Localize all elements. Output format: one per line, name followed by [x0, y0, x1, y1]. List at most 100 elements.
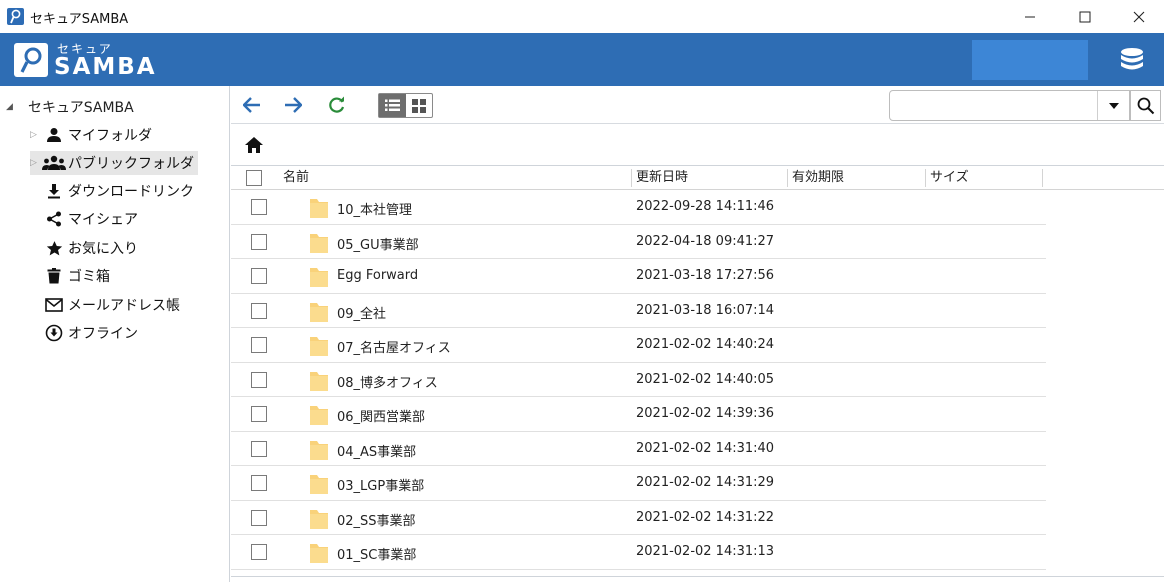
row-checkbox[interactable]	[251, 268, 267, 284]
search-dropdown-button[interactable]	[1097, 91, 1129, 120]
offline-icon	[42, 323, 66, 343]
database-icon[interactable]	[1118, 46, 1146, 78]
logo-icon	[14, 43, 48, 77]
file-name: 04_AS事業部	[337, 444, 417, 460]
user-icon	[42, 125, 66, 145]
table-row[interactable]: 06_関西営業部 2021-02-02 14:39:36	[231, 397, 1046, 432]
row-checkbox[interactable]	[251, 509, 267, 526]
share-icon	[42, 209, 66, 229]
file-modified-date: 2022-04-18 09:41:27	[636, 233, 775, 249]
sidebar-item-download-link[interactable]: ダウンロードリンク	[30, 179, 198, 203]
close-button[interactable]	[1112, 0, 1164, 33]
sidebar-item-label: メールアドレス帳	[68, 298, 180, 314]
sidebar-item-label: パブリックフォルダ	[68, 156, 194, 172]
file-name: 08_博多オフィス	[337, 375, 438, 391]
folder-icon	[309, 335, 329, 361]
back-button[interactable]	[240, 93, 264, 117]
sidebar-item-address-book[interactable]: メールアドレス帳	[30, 293, 184, 317]
refresh-button[interactable]	[325, 93, 349, 117]
sidebar-item-my-share[interactable]: マイシェア	[30, 207, 142, 231]
table-row[interactable]: 08_博多オフィス 2021-02-02 14:40:05	[231, 363, 1046, 397]
table-bottom-border	[231, 576, 1164, 582]
sidebar-item-label: ダウンロードリンク	[68, 184, 194, 200]
sidebar-item-label: ゴミ箱	[68, 269, 110, 285]
maximize-button[interactable]	[1058, 0, 1112, 33]
row-checkbox[interactable]	[251, 233, 267, 250]
file-modified-date: 2021-03-18 16:07:14	[636, 302, 775, 318]
folder-icon	[309, 197, 329, 223]
sidebar-item-my-folder[interactable]: ▷ マイフォルダ	[30, 123, 156, 147]
file-name: 03_LGP事業部	[337, 479, 425, 494]
table-row[interactable]: Egg Forward 2021-03-18 17:27:56	[231, 259, 1046, 294]
minimize-button[interactable]	[1003, 0, 1057, 33]
sidebar-item-favorites[interactable]: お気に入り	[30, 236, 142, 260]
file-name: 02_SS事業部	[337, 513, 416, 529]
table-row[interactable]: 09_全社 2021-03-18 16:07:14	[231, 294, 1046, 328]
row-checkbox[interactable]	[251, 440, 267, 457]
sidebar: ◢ セキュアSAMBA ▷ マイフォルダ ▷ パブリックフォルダ ダウンロードリ…	[0, 86, 230, 582]
file-table: 名前 更新日時 有効期限 サイズ 10_本社管理 2022-09-28 14:1…	[231, 166, 1164, 582]
user-account-box[interactable]	[972, 40, 1088, 80]
group-icon	[42, 153, 66, 173]
row-checkbox[interactable]	[251, 544, 267, 560]
column-header-expiration[interactable]: 有効期限	[788, 166, 844, 190]
column-header-name[interactable]: 名前	[279, 166, 309, 190]
file-modified-date: 2021-02-02 14:31:22	[636, 509, 775, 525]
window-title: セキュアSAMBA	[30, 12, 129, 27]
file-name: 01_SC事業部	[337, 548, 417, 563]
search-button[interactable]	[1130, 90, 1161, 121]
collapse-caret-icon[interactable]: ◢	[6, 102, 16, 112]
column-header-modified[interactable]: 更新日時	[632, 166, 688, 190]
file-modified-date: 2022-09-28 14:11:46	[636, 199, 775, 214]
table-row[interactable]: 07_名古屋オフィス 2021-02-02 14:40:24	[231, 328, 1046, 363]
download-icon	[42, 181, 66, 201]
breadcrumb	[231, 124, 1164, 166]
file-modified-date: 2021-02-02 14:40:05	[636, 371, 775, 387]
folder-icon	[309, 266, 329, 292]
sidebar-item-label: マイフォルダ	[68, 128, 152, 144]
table-row[interactable]: 04_AS事業部 2021-02-02 14:31:40	[231, 432, 1046, 466]
folder-icon	[309, 301, 329, 327]
column-header-size[interactable]: サイズ	[926, 166, 969, 190]
expand-arrow-icon[interactable]: ▷	[30, 130, 42, 140]
row-checkbox[interactable]	[251, 302, 267, 319]
folder-icon	[309, 370, 329, 396]
table-row[interactable]: 01_SC事業部 2021-02-02 14:31:13	[231, 535, 1046, 570]
sidebar-item-label: お気に入り	[68, 241, 138, 257]
sidebar-item-offline[interactable]: オフライン	[30, 321, 142, 345]
file-name: 07_名古屋オフィス	[337, 341, 451, 356]
forward-button[interactable]	[281, 93, 305, 117]
grid-view-button[interactable]	[406, 94, 433, 117]
file-name: 10_本社管理	[337, 203, 413, 218]
app-logo-icon	[7, 8, 24, 25]
table-row[interactable]: 05_GU事業部 2022-04-18 09:41:27	[231, 225, 1046, 259]
file-name: Egg Forward	[337, 268, 419, 283]
row-checkbox[interactable]	[251, 371, 267, 388]
table-header: 名前 更新日時 有効期限 サイズ	[231, 166, 1164, 190]
table-row[interactable]: 10_本社管理 2022-09-28 14:11:46	[231, 190, 1046, 225]
home-icon[interactable]	[244, 136, 264, 154]
file-modified-date: 2021-02-02 14:31:29	[636, 475, 775, 490]
file-modified-date: 2021-03-18 17:27:56	[636, 268, 775, 283]
row-checkbox[interactable]	[251, 475, 267, 491]
star-icon	[42, 238, 66, 258]
sidebar-item-trash[interactable]: ゴミ箱	[30, 264, 114, 288]
row-checkbox[interactable]	[251, 337, 267, 353]
table-row[interactable]: 03_LGP事業部 2021-02-02 14:31:29	[231, 466, 1046, 501]
row-checkbox[interactable]	[251, 199, 267, 215]
select-all-checkbox[interactable]	[246, 170, 262, 186]
folder-icon	[309, 439, 329, 465]
sidebar-item-public-folder[interactable]: ▷ パブリックフォルダ	[30, 151, 198, 175]
row-checkbox[interactable]	[251, 406, 267, 422]
table-row[interactable]: 02_SS事業部 2021-02-02 14:31:22	[231, 501, 1046, 535]
app-header: セキュア SAMBA	[0, 33, 1164, 86]
expand-arrow-icon[interactable]: ▷	[30, 158, 42, 168]
search-input[interactable]	[889, 90, 1130, 121]
trash-icon	[42, 266, 66, 286]
folder-icon	[309, 473, 329, 499]
view-toggle[interactable]	[378, 93, 433, 118]
list-view-button[interactable]	[379, 94, 406, 117]
sidebar-root[interactable]: ◢ セキュアSAMBA	[6, 97, 134, 117]
folder-icon	[309, 508, 329, 534]
folder-icon	[309, 542, 329, 568]
